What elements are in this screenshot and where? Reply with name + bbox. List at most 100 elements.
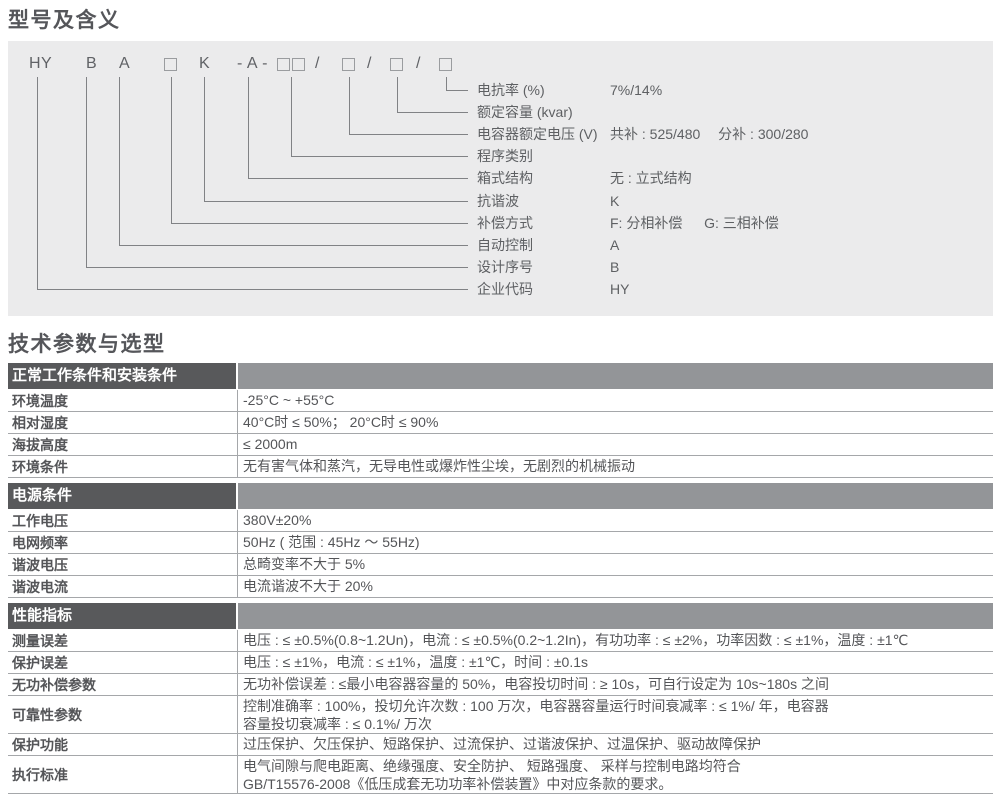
diagram-row-value: 7%/14% bbox=[610, 81, 662, 99]
connector-vline bbox=[397, 77, 398, 112]
table-row: 测量误差电压 : ≤ ±0.5%(0.8~1.2Un)，电流 : ≤ ±0.5%… bbox=[8, 630, 993, 652]
diagram-row-label: 电抗率 (%) bbox=[477, 81, 545, 99]
section-header: 正常工作条件和安装条件 bbox=[8, 363, 993, 389]
connector-hline bbox=[349, 134, 468, 135]
connector-vline bbox=[37, 77, 38, 289]
model-code-placeholder-box bbox=[292, 58, 305, 71]
section-header-label: 性能指标 bbox=[8, 603, 236, 629]
section-header-fill bbox=[238, 483, 993, 509]
row-value: 总畸变率不大于 5% bbox=[238, 554, 993, 575]
table-row: 保护功能过压保护、欠压保护、短路保护、过流保护、过谐波保护、过温保护、驱动故障保… bbox=[8, 734, 993, 756]
model-code-part: B bbox=[86, 55, 97, 73]
row-value: 电压 : ≤ ±1%，电流 : ≤ ±1%，温度 : ±1℃，时间 : ±0.1… bbox=[238, 652, 993, 673]
table-row: 执行标准电气间隙与爬电距离、绝缘强度、安全防护、 短路强度、 采样与控制电路均符… bbox=[8, 756, 993, 794]
row-value: 电压 : ≤ ±0.5%(0.8~1.2Un)，电流 : ≤ ±0.5%(0.2… bbox=[238, 630, 993, 651]
diagram-row-value: HY bbox=[610, 280, 629, 298]
model-code-part: K bbox=[199, 55, 210, 73]
table-row: 工作电压380V±20% bbox=[8, 510, 993, 532]
row-value-line: 总畸变率不大于 5% bbox=[243, 554, 993, 575]
row-label: 谐波电压 bbox=[8, 554, 238, 575]
row-value: 40°C时 ≤ 50%； 20°C时 ≤ 90% bbox=[238, 412, 993, 433]
row-label: 环境温度 bbox=[8, 390, 238, 411]
diagram-row-value: F: 分相补偿 G: 三相补偿 bbox=[610, 214, 779, 232]
model-code-part: / bbox=[416, 55, 421, 73]
row-value: 无有害气体和蒸汽，无导电性或爆炸性尘埃，无剧烈的机械振动 bbox=[238, 456, 993, 477]
connector-vline bbox=[204, 77, 205, 201]
connector-hline bbox=[397, 112, 468, 113]
row-value-line: 无有害气体和蒸汽，无导电性或爆炸性尘埃，无剧烈的机械振动 bbox=[243, 456, 993, 477]
row-label: 保护功能 bbox=[8, 734, 238, 755]
diagram-row-label: 程序类别 bbox=[477, 147, 533, 165]
diagram-row-value: K bbox=[610, 192, 619, 210]
table-row: 可靠性参数控制准确率 : 100%，投切允许次数 : 100 万次，电容器容量运… bbox=[8, 696, 993, 734]
section-header-label: 正常工作条件和安装条件 bbox=[8, 363, 236, 389]
connector-vline bbox=[119, 77, 120, 245]
section-header: 性能指标 bbox=[8, 603, 993, 629]
diagram-row-label: 箱式结构 bbox=[477, 169, 533, 187]
diagram-row-label: 设计序号 bbox=[477, 258, 533, 276]
row-value: -25°C ~ +55°C bbox=[238, 390, 993, 411]
connector-hline bbox=[37, 289, 468, 290]
section-header: 电源条件 bbox=[8, 483, 993, 509]
connector-vline bbox=[446, 77, 447, 90]
model-code-part: / bbox=[367, 55, 372, 73]
row-value: ≤ 2000m bbox=[238, 434, 993, 455]
row-value-line: 380V±20% bbox=[243, 510, 993, 531]
model-code-part: A bbox=[119, 55, 130, 73]
model-code-part: - A - bbox=[237, 55, 268, 73]
row-value: 无功补偿误差 : ≤最小电容器容量的 50%，电容投切时间 : ≥ 10s，可自… bbox=[238, 674, 993, 695]
table-row: 相对湿度40°C时 ≤ 50%； 20°C时 ≤ 90% bbox=[8, 412, 993, 434]
row-label: 工作电压 bbox=[8, 510, 238, 531]
page-title-specs: 技术参数与选型 bbox=[8, 332, 1001, 357]
model-code-placeholder-box bbox=[390, 58, 403, 71]
row-value: 50Hz ( 范围 : 45Hz ～ 55Hz) bbox=[238, 532, 993, 553]
diagram-row-label: 电容器额定电压 (V) bbox=[477, 125, 598, 143]
row-value: 过压保护、欠压保护、短路保护、过流保护、过谐波保护、过温保护、驱动故障保护 bbox=[238, 734, 993, 755]
connector-hline bbox=[204, 201, 468, 202]
page-title-model-meaning: 型号及含义 bbox=[8, 8, 1001, 33]
diagram-row-value: A bbox=[610, 236, 619, 254]
table-row: 谐波电流电流谐波不大于 20% bbox=[8, 576, 993, 598]
row-value-line: 控制准确率 : 100%，投切允许次数 : 100 万次，电容器容量运行时间衰减… bbox=[243, 697, 993, 715]
row-value-line: 无功补偿误差 : ≤最小电容器容量的 50%，电容投切时间 : ≥ 10s，可自… bbox=[243, 674, 993, 695]
row-value-line: 50Hz ( 范围 : 45Hz ～ 55Hz) bbox=[243, 532, 993, 553]
row-label: 可靠性参数 bbox=[8, 696, 238, 733]
row-value-line: GB/T15576-2008《低压成套无功功率补偿装置》中对应条款的要求。 bbox=[243, 775, 993, 793]
connector-vline bbox=[291, 77, 292, 156]
row-label: 相对湿度 bbox=[8, 412, 238, 433]
row-value-line: 容量投切衰减率 : ≤ 0.1%/ 万次 bbox=[243, 715, 993, 733]
row-value: 380V±20% bbox=[238, 510, 993, 531]
spec-table: 正常工作条件和安装条件环境温度-25°C ~ +55°C相对湿度40°C时 ≤ … bbox=[8, 363, 993, 794]
diagram-row-label: 补偿方式 bbox=[477, 214, 533, 232]
connector-vline bbox=[171, 77, 172, 223]
row-value-line: -25°C ~ +55°C bbox=[243, 390, 993, 411]
row-label: 海拔高度 bbox=[8, 434, 238, 455]
table-row: 保护误差电压 : ≤ ±1%，电流 : ≤ ±1%，温度 : ±1℃，时间 : … bbox=[8, 652, 993, 674]
connector-hline bbox=[291, 156, 468, 157]
connector-hline bbox=[86, 267, 468, 268]
connector-vline bbox=[248, 77, 249, 178]
diagram-row-value: 共补 : 525/480 分补 : 300/280 bbox=[610, 125, 808, 143]
table-row: 电网频率50Hz ( 范围 : 45Hz ～ 55Hz) bbox=[8, 532, 993, 554]
diagram-row-label: 企业代码 bbox=[477, 280, 533, 298]
row-label: 无功补偿参数 bbox=[8, 674, 238, 695]
row-value: 电气间隙与爬电距离、绝缘强度、安全防护、 短路强度、 采样与控制电路均符合GB/… bbox=[238, 756, 993, 793]
diagram-row-value: 无 : 立式结构 bbox=[610, 169, 692, 187]
row-value-line: 电压 : ≤ ±1%，电流 : ≤ ±1%，温度 : ±1℃，时间 : ±0.1… bbox=[243, 652, 993, 673]
section-header-fill bbox=[238, 603, 993, 629]
table-section: 正常工作条件和安装条件环境温度-25°C ~ +55°C相对湿度40°C时 ≤ … bbox=[8, 363, 993, 478]
row-value: 控制准确率 : 100%，投切允许次数 : 100 万次，电容器容量运行时间衰减… bbox=[238, 696, 993, 733]
model-code-part: HY bbox=[29, 55, 52, 73]
section-header-label: 电源条件 bbox=[8, 483, 236, 509]
table-row: 无功补偿参数无功补偿误差 : ≤最小电容器容量的 50%，电容投切时间 : ≥ … bbox=[8, 674, 993, 696]
row-value-line: 电流谐波不大于 20% bbox=[243, 576, 993, 597]
connector-hline bbox=[119, 245, 468, 246]
table-row: 环境温度-25°C ~ +55°C bbox=[8, 390, 993, 412]
row-value: 电流谐波不大于 20% bbox=[238, 576, 993, 597]
section-header-fill bbox=[238, 363, 993, 389]
table-row: 海拔高度≤ 2000m bbox=[8, 434, 993, 456]
diagram-row-label: 抗谐波 bbox=[477, 192, 519, 210]
row-label: 环境条件 bbox=[8, 456, 238, 477]
row-value-line: ≤ 2000m bbox=[243, 434, 993, 455]
row-value-line: 40°C时 ≤ 50%； 20°C时 ≤ 90% bbox=[243, 412, 993, 433]
